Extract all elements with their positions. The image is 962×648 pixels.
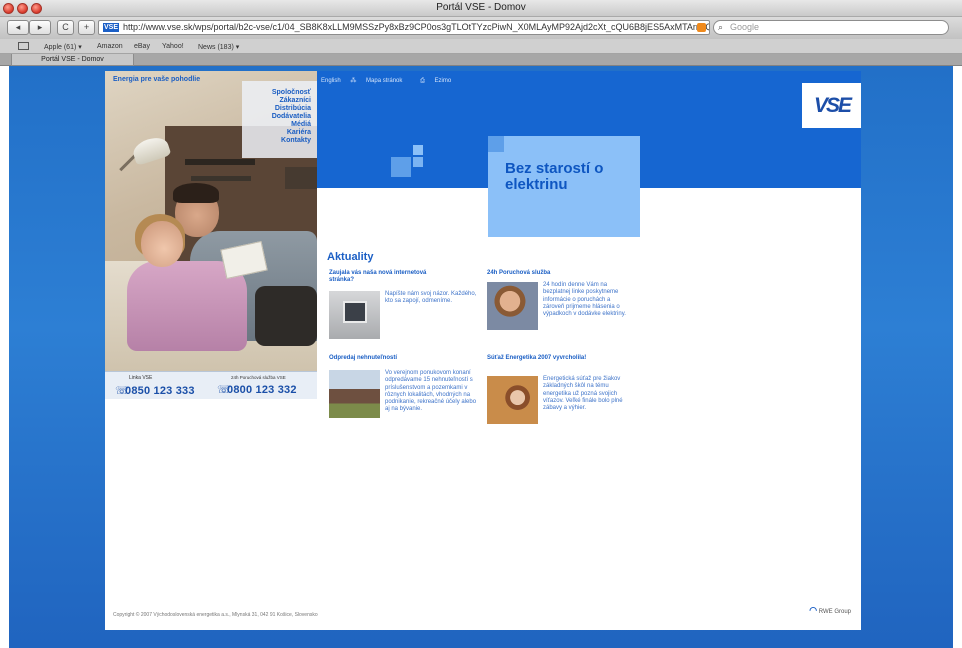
bookmark-ebay[interactable]: eBay (134, 43, 150, 50)
menu-item-media[interactable]: Médiá (242, 121, 311, 129)
rwe-logo-icon: ◠ (809, 605, 818, 615)
news-thumbnail[interactable] (487, 376, 538, 424)
add-bookmark-button[interactable]: + (78, 20, 95, 35)
site-tagline: Energia pre vaše pohodlie (113, 76, 201, 83)
news-item: Súťaž Energetika 2007 vyvrcholila! Energ… (487, 355, 637, 445)
url-text: http://www.vse.sk/wps/portal/b2c-vse/c1/… (123, 22, 710, 32)
decor-square (391, 157, 411, 177)
bookmarks-bar: Apple (61) ▾ Amazon eBay Yahoo! News (18… (0, 39, 962, 54)
plus-icon: + (83, 22, 90, 32)
search-input[interactable]: ⌕ Google (713, 20, 949, 35)
news-text: 24 hodín denne Vám na bezplatnej linke p… (543, 282, 626, 318)
forward-icon: ▸ (37, 22, 43, 32)
link-print[interactable]: ⎙ Ezimo (420, 78, 459, 84)
reload-icon: C (62, 22, 69, 32)
phone-vse-label: Linka VSE (129, 375, 153, 381)
bookmark-news[interactable]: News (183) ▾ (198, 43, 239, 51)
news-item: Odpredaj nehnuteľností Vo verejnom ponuk… (329, 355, 477, 455)
phone-service: 24h Poruchová služba VSE ☏0800 123 332 (217, 375, 297, 398)
main-menu: Spoločnosť Zákazníci Distribúcia Dodávat… (242, 81, 317, 158)
phone-bar: Linka VSE ☏0850 123 333 24h Poruchová sl… (105, 371, 317, 399)
search-placeholder: Google (730, 22, 760, 32)
reload-button[interactable]: C (57, 20, 74, 35)
print-icon: ⎙ (420, 78, 425, 84)
bookmarks-book-icon[interactable] (18, 42, 29, 50)
browser-toolbar: ◂ ▸ C + VSE http://www.vse.sk/wps/portal… (0, 17, 962, 39)
site-favicon-icon: VSE (103, 23, 119, 32)
utility-links: English ⁂ Mapa stránok ⎙ Ezimo (321, 77, 467, 85)
vse-logo[interactable]: VSE (802, 83, 861, 128)
news-thumbnail[interactable] (329, 291, 380, 339)
search-icon: ⌕ (718, 22, 724, 32)
phone-vse-number: 0850 123 333 (125, 385, 195, 397)
sitemap-icon: ⁂ (350, 78, 357, 84)
decor-square (488, 136, 504, 152)
phone-service-number: 0800 123 332 (227, 384, 297, 396)
bookmark-apple[interactable]: Apple (61) ▾ (44, 43, 82, 51)
link-sitemap[interactable]: ⁂ Mapa stránok (350, 78, 410, 84)
tab-bar: Portál VSE - Domov (0, 54, 962, 66)
menu-item-distribucia[interactable]: Distribúcia (242, 105, 311, 113)
bookmark-yahoo[interactable]: Yahoo! (162, 43, 184, 50)
logo-text: VSE (814, 94, 852, 117)
page-background: Energia pre vaše pohodlie Spoločnosť Zák… (9, 66, 953, 648)
rwe-group-logo[interactable]: ◠ RWE Group (809, 605, 851, 616)
menu-item-dodavatelia[interactable]: Dodávatelia (242, 113, 311, 121)
print-label: Ezimo (434, 78, 452, 84)
news-text: Napíšte nám svoj názor. Každého, kto sa … (385, 291, 477, 305)
bookmark-amazon[interactable]: Amazon (97, 43, 123, 50)
decor-square (413, 145, 423, 155)
sitemap-label: Mapa stránok (366, 78, 403, 84)
news-thumbnail[interactable] (329, 370, 380, 418)
page-content: Energia pre vaše pohodlie Spoločnosť Zák… (105, 71, 861, 630)
back-icon: ◂ (15, 22, 21, 32)
menu-item-zakaznici[interactable]: Zákazníci (242, 97, 311, 105)
news-title[interactable]: Zaujala vás naša nová internetová stránk… (329, 270, 439, 284)
link-english[interactable]: English (321, 78, 341, 84)
address-bar[interactable]: VSE http://www.vse.sk/wps/portal/b2c-vse… (98, 20, 710, 35)
news-text: Vo verejnom ponukovom konaní odpredávame… (385, 370, 477, 413)
forward-button[interactable]: ▸ (29, 20, 51, 35)
menu-item-spolocnost[interactable]: Spoločnosť (242, 89, 311, 97)
phone-vse: Linka VSE ☏0850 123 333 (115, 375, 195, 399)
window-title: Portál VSE - Domov (436, 2, 526, 13)
news-text: Energetická súťaž pre žiakov základných … (543, 376, 623, 412)
phone-icon: ☏ (217, 384, 231, 396)
decor-square (413, 157, 423, 167)
menu-item-kontakty[interactable]: Kontakty (242, 137, 311, 145)
back-button[interactable]: ◂ (7, 20, 29, 35)
hero-photo: Energia pre vaše pohodlie Spoločnosť Zák… (105, 71, 317, 371)
rwe-group-label: RWE Group (818, 609, 851, 615)
footer-copyright: Copyright © 2007 Východoslovenská energe… (113, 612, 318, 618)
tab-portal-vse[interactable]: Portál VSE - Domov (11, 54, 134, 66)
phone-service-label: 24h Poruchová služba VSE (231, 375, 286, 380)
news-title[interactable]: Odpredaj nehnuteľností (329, 355, 459, 362)
window-titlebar: Portál VSE - Domov (0, 0, 962, 17)
menu-item-kariera[interactable]: Kariéra (242, 129, 311, 137)
phone-icon: ☏ (115, 385, 129, 397)
news-title[interactable]: 24h Poruchová služba (487, 270, 617, 277)
rss-icon[interactable] (697, 23, 706, 32)
promo-title: Bez starostí o elektrinu (505, 160, 604, 193)
news-title[interactable]: Súťaž Energetika 2007 vyvrcholila! (487, 355, 597, 362)
news-item: Zaujala vás naša nová internetová stránk… (329, 270, 477, 350)
news-heading: Aktuality (327, 251, 374, 263)
news-thumbnail[interactable] (487, 282, 538, 330)
promo-banner[interactable]: Bez starostí o elektrinu (488, 136, 640, 237)
news-item: 24h Poruchová služba 24 hodín denne Vám … (487, 270, 637, 360)
